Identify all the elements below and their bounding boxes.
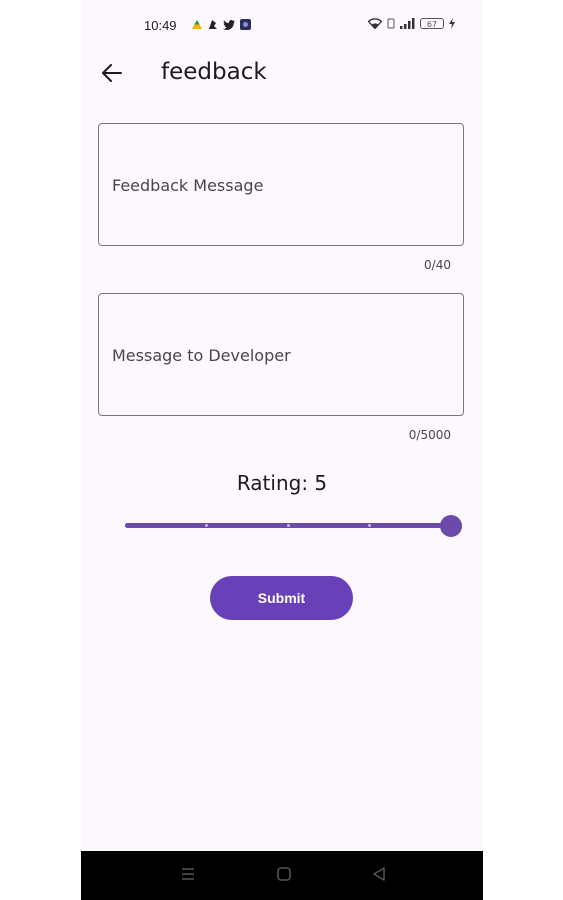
- back-arrow-icon: [102, 64, 122, 82]
- system-status-icons: 67: [368, 18, 455, 29]
- nav-menu-icon[interactable]: [180, 866, 196, 882]
- charging-icon: [449, 18, 455, 29]
- slider-tick: [286, 524, 290, 527]
- rating-slider[interactable]: [125, 512, 462, 540]
- slider-tick: [368, 524, 371, 527]
- slider-thumb[interactable]: [440, 515, 462, 537]
- drive-icon: [192, 20, 202, 29]
- feedback-message-label: Feedback Message: [112, 176, 264, 195]
- wifi-icon: [368, 18, 382, 29]
- feedback-message-counter: 0/40: [424, 258, 451, 272]
- submit-button[interactable]: Submit: [210, 576, 353, 620]
- page-title: feedback: [161, 59, 267, 85]
- app-notification-icon: [209, 20, 217, 29]
- navigation-bar: [81, 851, 483, 900]
- battery-icon: 67: [420, 18, 444, 29]
- developer-message-counter: 0/5000: [408, 428, 451, 442]
- sim-icon: [387, 18, 395, 29]
- nav-home-icon[interactable]: [276, 866, 292, 882]
- nav-back-icon[interactable]: [371, 866, 387, 882]
- phone-screen: 10:49 67 feedback Feedback Message 0/40 …: [81, 0, 483, 900]
- feedback-message-field[interactable]: Feedback Message: [98, 123, 464, 246]
- notification-icons: [192, 19, 251, 30]
- developer-message-label: Message to Developer: [112, 346, 291, 365]
- twitter-icon: [223, 19, 235, 30]
- status-time: 10:49: [144, 18, 177, 33]
- signal-icon: [400, 18, 415, 29]
- app-badge-icon: [240, 19, 251, 30]
- status-bar: 10:49 67: [81, 0, 483, 50]
- app-bar: feedback: [81, 50, 483, 96]
- developer-message-field[interactable]: Message to Developer: [98, 293, 464, 416]
- back-button[interactable]: [97, 58, 127, 88]
- rating-label: Rating: 5: [236, 471, 328, 495]
- slider-tick: [205, 524, 208, 527]
